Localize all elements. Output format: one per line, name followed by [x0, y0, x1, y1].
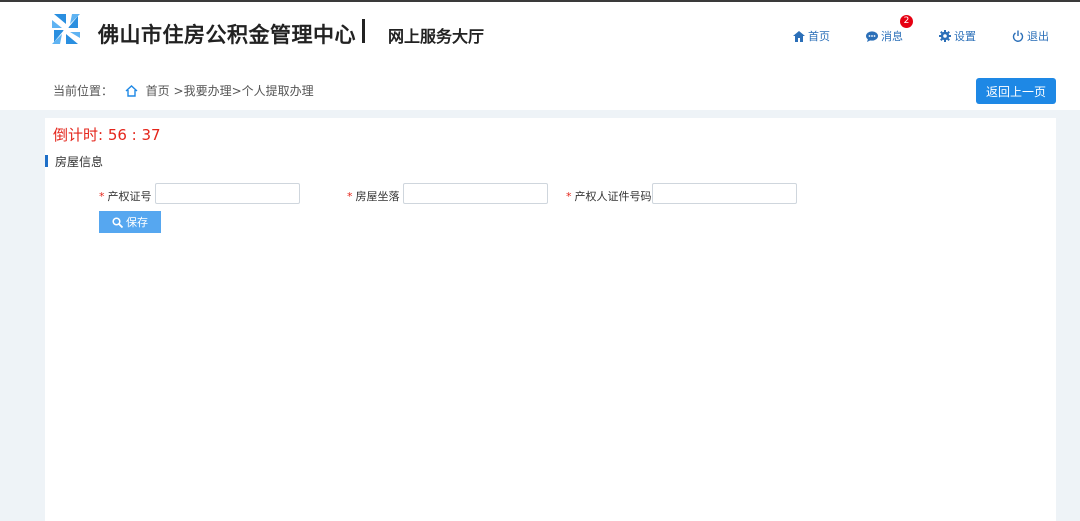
breadcrumb-home-link[interactable]: 首页 — [146, 84, 170, 98]
breadcrumb: 当前位置： 首页 >我要办理>个人提取办理 — [53, 82, 314, 99]
owner-id-label: * 产权人证件号码 — [566, 188, 652, 204]
breadcrumb-path: >我要办理>个人提取办理 — [173, 84, 314, 98]
main-content: 倒计时: 56 : 37 房屋信息 * 产权证号 * 房屋坐落 * 产权人证件号码 保… — [45, 118, 1056, 521]
breadcrumb-prefix: 当前位置： — [53, 84, 114, 98]
save-button[interactable]: 保存 — [99, 211, 161, 233]
site-header: 佛山市住房公积金管理中心 网上服务大厅 首页 消息 2 设置 退出 当前位置： … — [0, 2, 1080, 110]
logo-icon — [52, 14, 80, 44]
search-icon — [112, 217, 124, 229]
owner-id-input[interactable] — [652, 183, 797, 204]
message-icon — [866, 31, 878, 42]
section-title: 房屋信息 — [55, 155, 104, 169]
nav-logout[interactable]: 退出 — [1012, 28, 1049, 44]
breadcrumb-home-icon — [125, 85, 138, 97]
house-location-label: * 房屋坐落 — [347, 188, 400, 204]
house-location-label-text: 房屋坐落 — [355, 190, 400, 203]
countdown-timer: 倒计时: 56 : 37 — [53, 126, 161, 144]
required-mark: * — [99, 190, 105, 203]
property-cert-input[interactable] — [155, 183, 300, 204]
property-cert-label: * 产权证号 — [99, 188, 152, 204]
property-cert-label-text: 产权证号 — [107, 190, 152, 203]
title-separator — [362, 19, 365, 43]
back-button[interactable]: 返回上一页 — [976, 78, 1056, 104]
section-marker — [45, 155, 48, 167]
nav-logout-label: 退出 — [1027, 30, 1049, 43]
site-subtitle: 网上服务大厅 — [388, 27, 485, 46]
nav-home-label: 首页 — [808, 30, 830, 43]
message-count-badge: 2 — [900, 15, 913, 28]
site-title: 佛山市住房公积金管理中心 — [98, 23, 356, 47]
required-mark: * — [566, 190, 572, 203]
power-icon — [1012, 30, 1024, 42]
required-mark: * — [347, 190, 353, 203]
nav-messages-label: 消息 — [881, 30, 903, 43]
nav-home[interactable]: 首页 — [793, 28, 830, 44]
owner-id-label-text: 产权人证件号码 — [574, 190, 652, 203]
gear-icon — [939, 30, 951, 42]
nav-settings[interactable]: 设置 — [939, 28, 976, 44]
save-button-label: 保存 — [126, 216, 148, 229]
house-location-input[interactable] — [403, 183, 548, 204]
home-icon — [793, 31, 805, 42]
nav-messages[interactable]: 消息 — [866, 28, 903, 44]
nav-settings-label: 设置 — [954, 30, 976, 43]
